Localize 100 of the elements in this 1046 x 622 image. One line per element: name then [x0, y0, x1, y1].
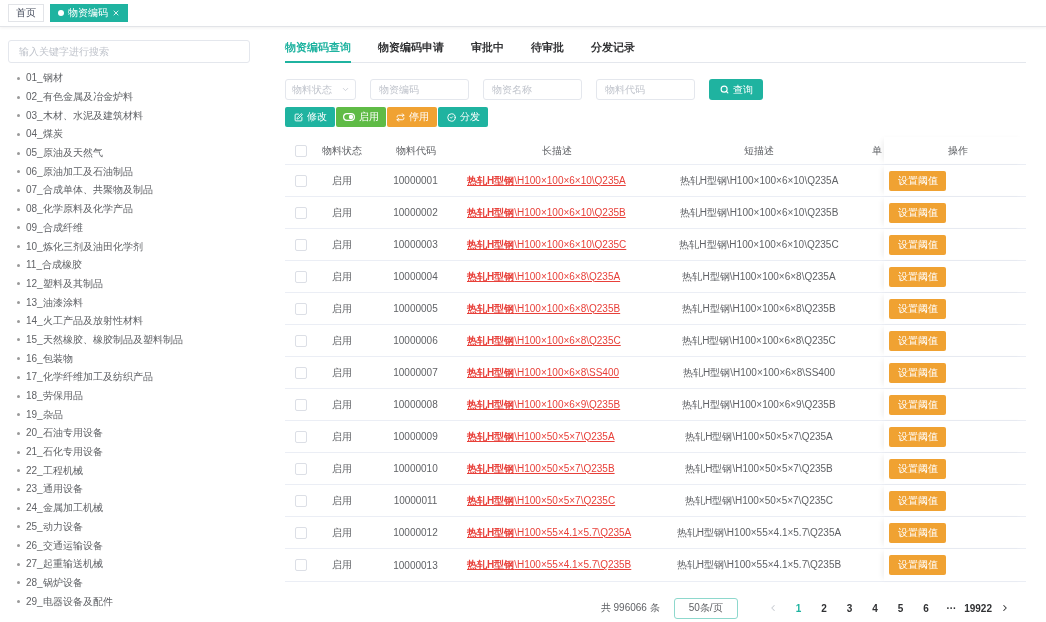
- checkbox[interactable]: [295, 174, 307, 187]
- check-circle-icon: [446, 112, 456, 122]
- tree-item[interactable]: 24_金属加工机械: [26, 501, 103, 516]
- long-description-link[interactable]: 热轧H型钢\H100×100×6×8\Q235C: [467, 333, 621, 348]
- search-icon: [719, 85, 729, 94]
- long-description-link[interactable]: 热轧H型钢\H100×50×5×7\Q235A: [467, 429, 615, 444]
- long-description-link[interactable]: 热轧H型钢\H100×55×4.1×5.7\Q235B: [467, 558, 632, 572]
- next-page-icon[interactable]: [1000, 603, 1010, 613]
- checkbox[interactable]: [295, 144, 307, 157]
- tree-item[interactable]: 16_包装物: [26, 351, 73, 366]
- code-cell-text: 10000005: [392, 302, 439, 316]
- tree-item[interactable]: 14_火工产品及放射性材料: [26, 314, 143, 329]
- tree-item[interactable]: 19_杂品: [26, 407, 63, 422]
- caret-icon: [341, 85, 350, 94]
- tab[interactable]: 待审批: [531, 35, 564, 63]
- checkbox[interactable]: [295, 334, 307, 347]
- bullet-icon: [17, 263, 20, 267]
- column-header: 短描述: [743, 143, 775, 158]
- tree-item[interactable]: 22_工程机械: [26, 463, 83, 478]
- long-description-link[interactable]: 热轧H型钢\H100×55×4.1×5.7\Q235A: [467, 525, 632, 540]
- column-header: 物料状态: [321, 143, 363, 158]
- tree-item[interactable]: 11_合成橡胶: [26, 258, 82, 273]
- code-cell-text: 10000008: [392, 398, 439, 412]
- bullet-icon: [17, 544, 20, 548]
- tree-item[interactable]: 13_油漆涂料: [26, 295, 83, 310]
- tab[interactable]: 分发记录: [591, 35, 635, 63]
- tab[interactable]: 审批中: [471, 35, 504, 63]
- bullet-icon: [17, 151, 20, 155]
- bullet-icon: [17, 487, 20, 491]
- tree-item[interactable]: 12_塑料及其制品: [26, 276, 103, 291]
- checkbox[interactable]: [295, 559, 307, 571]
- close-icon[interactable]: [112, 9, 120, 17]
- tree-item[interactable]: 05_原油及天然气: [26, 146, 103, 161]
- bullet-icon: [17, 375, 20, 379]
- toggle-icon: [343, 113, 355, 121]
- code-cell-text: 10000006: [392, 334, 439, 348]
- tree-item[interactable]: 29_电器设备及配件: [26, 594, 113, 609]
- tree-item[interactable]: 28_锅炉设备: [26, 575, 83, 590]
- checkbox[interactable]: [295, 430, 307, 443]
- code-cell-text: 10000009: [392, 430, 439, 444]
- repeat-icon: [395, 112, 405, 122]
- tree-item[interactable]: 26_交通运输设备: [26, 538, 103, 553]
- tree-item[interactable]: 09_合成纤维: [26, 220, 83, 235]
- page-number[interactable]: 4: [862, 602, 888, 614]
- long-description-link[interactable]: 热轧H型钢\H100×100×6×8\Q235A: [467, 269, 621, 284]
- tree-item[interactable]: 01_钢材: [26, 71, 63, 86]
- tab[interactable]: 物资编码申请: [378, 35, 444, 63]
- code-cell-text: 10000003: [392, 238, 439, 252]
- page-number[interactable]: 5: [887, 602, 914, 614]
- tree-item[interactable]: 15_天然橡胶、橡胶制品及塑料制品: [26, 332, 183, 347]
- long-description-link[interactable]: 热轧H型钢\H100×100×6×8\SS400: [467, 365, 620, 380]
- page-tab[interactable]: 首页: [8, 4, 44, 22]
- tree-item[interactable]: 08_化学原料及化学产品: [26, 202, 133, 217]
- tree-item[interactable]: 02_有色金属及冶金炉料: [26, 90, 133, 105]
- column-header: 长描述: [540, 143, 573, 158]
- tree-item[interactable]: 10_炼化三剂及油田化学剂: [26, 239, 143, 254]
- checkbox[interactable]: [295, 366, 307, 379]
- tree-item[interactable]: 21_石化专用设备: [26, 445, 103, 460]
- tree-item[interactable]: 23_通用设备: [26, 482, 83, 497]
- bullet-icon: [17, 95, 20, 99]
- short-description-cell-text: 热轧H型钢\H100×100×6×10\Q235A: [678, 173, 840, 188]
- checkbox[interactable]: [295, 206, 307, 219]
- tree-item[interactable]: 17_化学纤维加工及纺织产品: [26, 370, 153, 385]
- short-description-cell-text: 热轧H型钢\H100×100×6×8\Q235A: [681, 269, 837, 284]
- tree-item[interactable]: 20_石油专用设备: [26, 426, 103, 441]
- tree-item[interactable]: 03_木材、水泥及建筑材料: [26, 108, 143, 123]
- checkbox[interactable]: [295, 494, 307, 507]
- page-number[interactable]: ···: [938, 602, 965, 614]
- checkbox[interactable]: [295, 238, 307, 251]
- page-number[interactable]: 6: [913, 602, 939, 614]
- page-number[interactable]: 19922: [964, 602, 992, 614]
- tree-item[interactable]: 27_起重输送机械: [26, 557, 103, 572]
- page-number[interactable]: 2: [811, 602, 837, 614]
- checkbox[interactable]: [295, 462, 307, 475]
- long-description-link[interactable]: 热轧H型钢\H100×100×6×8\Q235B: [467, 301, 621, 316]
- bullet-icon: [17, 245, 20, 249]
- checkbox[interactable]: [295, 270, 307, 283]
- code-cell-text: 10000002: [392, 206, 439, 220]
- long-description-link[interactable]: 热轧H型钢\H100×50×5×7\Q235B: [467, 461, 615, 476]
- short-description-cell-text: 热轧H型钢\H100×55×4.1×5.7\Q235B: [675, 558, 843, 572]
- tree-item[interactable]: 06_原油加工及石油制品: [26, 164, 133, 179]
- page-number[interactable]: 3: [836, 602, 863, 614]
- long-description-link[interactable]: 热轧H型钢\H100×100×6×9\Q235B: [467, 397, 621, 412]
- checkbox[interactable]: [295, 526, 307, 539]
- long-description-link[interactable]: 热轧H型钢\H100×100×6×10\Q235B: [467, 205, 626, 220]
- tree-item[interactable]: 25_动力设备: [26, 519, 83, 534]
- bullet-icon: [17, 394, 20, 398]
- tree-item[interactable]: 07_合成单体、共聚物及制品: [26, 183, 153, 198]
- tree-item[interactable]: 18_劳保用品: [26, 389, 83, 404]
- status-cell-text: 启用: [331, 493, 353, 508]
- status-cell-text: 启用: [331, 301, 353, 316]
- long-description-link[interactable]: 热轧H型钢\H100×50×5×7\Q235C: [467, 493, 616, 508]
- long-description-link[interactable]: 热轧H型钢\H100×100×6×10\Q235A: [467, 173, 626, 188]
- page-size-select[interactable]: 50条/页: [673, 597, 738, 619]
- status-cell-text: 启用: [331, 237, 353, 252]
- checkbox[interactable]: [295, 398, 307, 411]
- long-description-link[interactable]: 热轧H型钢\H100×100×6×10\Q235C: [467, 237, 627, 252]
- pen-icon: [293, 112, 303, 122]
- checkbox[interactable]: [295, 302, 307, 315]
- tree-item[interactable]: 04_煤炭: [26, 127, 63, 142]
